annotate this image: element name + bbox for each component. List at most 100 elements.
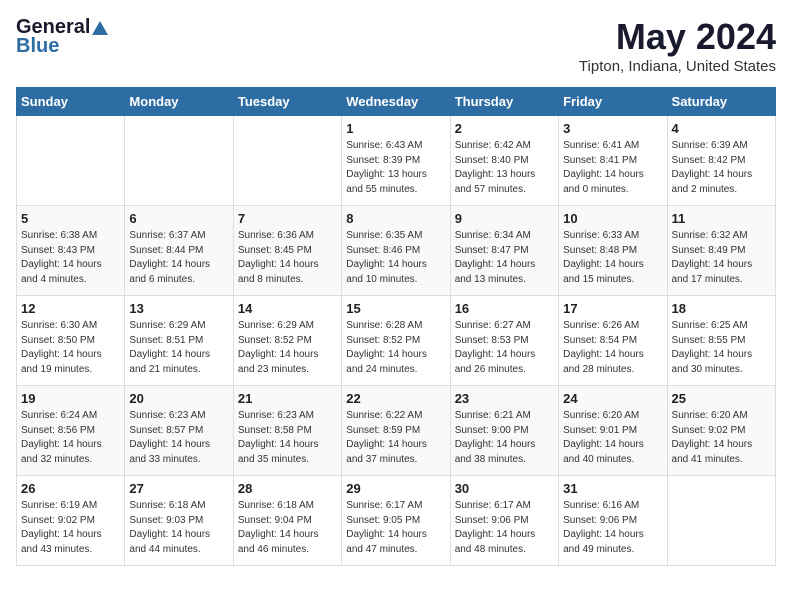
page-header: General Blue May 2024 Tipton, Indiana, U… bbox=[16, 16, 776, 75]
day-info: Sunrise: 6:30 AM Sunset: 8:50 PM Dayligh… bbox=[21, 319, 120, 377]
day-number: 1 bbox=[346, 121, 445, 136]
calendar-row: 5 Sunrise: 6:38 AM Sunset: 8:43 PM Daylig… bbox=[17, 206, 776, 296]
day-number: 18 bbox=[672, 301, 771, 316]
calendar-cell: 30 Sunrise: 6:17 AM Sunset: 9:06 PM Dayli… bbox=[450, 476, 558, 566]
day-number: 19 bbox=[21, 391, 120, 406]
calendar-row: 1 Sunrise: 6:43 AM Sunset: 8:39 PM Daylig… bbox=[17, 116, 776, 206]
day-info: Sunrise: 6:38 AM Sunset: 8:43 PM Dayligh… bbox=[21, 229, 120, 287]
day-number: 20 bbox=[129, 391, 228, 406]
day-info: Sunrise: 6:17 AM Sunset: 9:05 PM Dayligh… bbox=[346, 499, 445, 557]
day-number: 5 bbox=[21, 211, 120, 226]
day-info: Sunrise: 6:23 AM Sunset: 8:57 PM Dayligh… bbox=[129, 409, 228, 467]
location: Tipton, Indiana, United States bbox=[579, 58, 776, 75]
day-info: Sunrise: 6:29 AM Sunset: 8:51 PM Dayligh… bbox=[129, 319, 228, 377]
logo-blue-text: Blue bbox=[16, 35, 59, 58]
weekday-header: Tuesday bbox=[233, 88, 341, 116]
day-info: Sunrise: 6:32 AM Sunset: 8:49 PM Dayligh… bbox=[672, 229, 771, 287]
day-info: Sunrise: 6:41 AM Sunset: 8:41 PM Dayligh… bbox=[563, 139, 662, 197]
day-info: Sunrise: 6:28 AM Sunset: 8:52 PM Dayligh… bbox=[346, 319, 445, 377]
day-number: 8 bbox=[346, 211, 445, 226]
day-number: 24 bbox=[563, 391, 662, 406]
weekday-header: Wednesday bbox=[342, 88, 450, 116]
calendar-cell: 12 Sunrise: 6:30 AM Sunset: 8:50 PM Dayli… bbox=[17, 296, 125, 386]
calendar-cell bbox=[17, 116, 125, 206]
calendar-header: SundayMondayTuesdayWednesdayThursdayFrid… bbox=[17, 88, 776, 116]
day-info: Sunrise: 6:18 AM Sunset: 9:04 PM Dayligh… bbox=[238, 499, 337, 557]
day-number: 28 bbox=[238, 481, 337, 496]
weekday-header: Thursday bbox=[450, 88, 558, 116]
calendar-cell: 3 Sunrise: 6:41 AM Sunset: 8:41 PM Daylig… bbox=[559, 116, 667, 206]
day-number: 30 bbox=[455, 481, 554, 496]
calendar-cell: 13 Sunrise: 6:29 AM Sunset: 8:51 PM Dayli… bbox=[125, 296, 233, 386]
calendar-cell: 25 Sunrise: 6:20 AM Sunset: 9:02 PM Dayli… bbox=[667, 386, 775, 476]
calendar-cell: 10 Sunrise: 6:33 AM Sunset: 8:48 PM Dayli… bbox=[559, 206, 667, 296]
day-info: Sunrise: 6:17 AM Sunset: 9:06 PM Dayligh… bbox=[455, 499, 554, 557]
day-info: Sunrise: 6:34 AM Sunset: 8:47 PM Dayligh… bbox=[455, 229, 554, 287]
day-info: Sunrise: 6:35 AM Sunset: 8:46 PM Dayligh… bbox=[346, 229, 445, 287]
day-info: Sunrise: 6:22 AM Sunset: 8:59 PM Dayligh… bbox=[346, 409, 445, 467]
weekday-header: Monday bbox=[125, 88, 233, 116]
calendar-cell: 7Sunrise: 6:36 AM Sunset: 8:45 PM Daylig… bbox=[233, 206, 341, 296]
day-number: 14 bbox=[238, 301, 337, 316]
calendar-table: SundayMondayTuesdayWednesdayThursdayFrid… bbox=[16, 87, 776, 566]
calendar-cell: 11 Sunrise: 6:32 AM Sunset: 8:49 PM Dayli… bbox=[667, 206, 775, 296]
weekday-header: Friday bbox=[559, 88, 667, 116]
day-number: 15 bbox=[346, 301, 445, 316]
calendar-cell: 24Sunrise: 6:20 AM Sunset: 9:01 PM Dayli… bbox=[559, 386, 667, 476]
calendar-cell: 1 Sunrise: 6:43 AM Sunset: 8:39 PM Daylig… bbox=[342, 116, 450, 206]
logo: General Blue bbox=[16, 16, 108, 58]
calendar-row: 12 Sunrise: 6:30 AM Sunset: 8:50 PM Dayli… bbox=[17, 296, 776, 386]
title-section: May 2024 Tipton, Indiana, United States bbox=[579, 16, 776, 75]
calendar-cell: 5 Sunrise: 6:38 AM Sunset: 8:43 PM Daylig… bbox=[17, 206, 125, 296]
day-number: 31 bbox=[563, 481, 662, 496]
calendar-body: 1 Sunrise: 6:43 AM Sunset: 8:39 PM Daylig… bbox=[17, 116, 776, 566]
day-number: 11 bbox=[672, 211, 771, 226]
calendar-cell bbox=[667, 476, 775, 566]
day-info: Sunrise: 6:39 AM Sunset: 8:42 PM Dayligh… bbox=[672, 139, 771, 197]
calendar-cell: 16Sunrise: 6:27 AM Sunset: 8:53 PM Dayli… bbox=[450, 296, 558, 386]
day-number: 13 bbox=[129, 301, 228, 316]
day-info: Sunrise: 6:29 AM Sunset: 8:52 PM Dayligh… bbox=[238, 319, 337, 377]
day-info: Sunrise: 6:42 AM Sunset: 8:40 PM Dayligh… bbox=[455, 139, 554, 197]
day-number: 12 bbox=[21, 301, 120, 316]
calendar-cell: 31 Sunrise: 6:16 AM Sunset: 9:06 PM Dayli… bbox=[559, 476, 667, 566]
day-info: Sunrise: 6:27 AM Sunset: 8:53 PM Dayligh… bbox=[455, 319, 554, 377]
calendar-cell: 6 Sunrise: 6:37 AM Sunset: 8:44 PM Daylig… bbox=[125, 206, 233, 296]
day-info: Sunrise: 6:20 AM Sunset: 9:02 PM Dayligh… bbox=[672, 409, 771, 467]
calendar-cell: 21Sunrise: 6:23 AM Sunset: 8:58 PM Dayli… bbox=[233, 386, 341, 476]
calendar-cell: 14 Sunrise: 6:29 AM Sunset: 8:52 PM Dayli… bbox=[233, 296, 341, 386]
day-info: Sunrise: 6:16 AM Sunset: 9:06 PM Dayligh… bbox=[563, 499, 662, 557]
day-number: 10 bbox=[563, 211, 662, 226]
calendar-cell: 22Sunrise: 6:22 AM Sunset: 8:59 PM Dayli… bbox=[342, 386, 450, 476]
calendar-cell: 27Sunrise: 6:18 AM Sunset: 9:03 PM Dayli… bbox=[125, 476, 233, 566]
day-number: 25 bbox=[672, 391, 771, 406]
calendar-cell: 20 Sunrise: 6:23 AM Sunset: 8:57 PM Dayli… bbox=[125, 386, 233, 476]
day-info: Sunrise: 6:23 AM Sunset: 8:58 PM Dayligh… bbox=[238, 409, 337, 467]
calendar-cell: 9 Sunrise: 6:34 AM Sunset: 8:47 PM Daylig… bbox=[450, 206, 558, 296]
calendar-cell: 19 Sunrise: 6:24 AM Sunset: 8:56 PM Dayli… bbox=[17, 386, 125, 476]
day-number: 2 bbox=[455, 121, 554, 136]
day-info: Sunrise: 6:25 AM Sunset: 8:55 PM Dayligh… bbox=[672, 319, 771, 377]
calendar-cell: 2 Sunrise: 6:42 AM Sunset: 8:40 PM Daylig… bbox=[450, 116, 558, 206]
calendar-cell: 23Sunrise: 6:21 AM Sunset: 9:00 PM Dayli… bbox=[450, 386, 558, 476]
day-number: 3 bbox=[563, 121, 662, 136]
day-info: Sunrise: 6:24 AM Sunset: 8:56 PM Dayligh… bbox=[21, 409, 120, 467]
day-number: 6 bbox=[129, 211, 228, 226]
day-info: Sunrise: 6:36 AM Sunset: 8:45 PM Dayligh… bbox=[238, 229, 337, 287]
weekday-header: Sunday bbox=[17, 88, 125, 116]
calendar-cell: 8 Sunrise: 6:35 AM Sunset: 8:46 PM Daylig… bbox=[342, 206, 450, 296]
calendar-cell: 28 Sunrise: 6:18 AM Sunset: 9:04 PM Dayli… bbox=[233, 476, 341, 566]
day-info: Sunrise: 6:43 AM Sunset: 8:39 PM Dayligh… bbox=[346, 139, 445, 197]
day-info: Sunrise: 6:18 AM Sunset: 9:03 PM Dayligh… bbox=[129, 499, 228, 557]
calendar-cell: 17Sunrise: 6:26 AM Sunset: 8:54 PM Dayli… bbox=[559, 296, 667, 386]
calendar-cell bbox=[233, 116, 341, 206]
logo-triangle-icon bbox=[92, 21, 108, 35]
calendar-cell: 26Sunrise: 6:19 AM Sunset: 9:02 PM Dayli… bbox=[17, 476, 125, 566]
day-number: 9 bbox=[455, 211, 554, 226]
calendar-cell: 29Sunrise: 6:17 AM Sunset: 9:05 PM Dayli… bbox=[342, 476, 450, 566]
weekday-header: Saturday bbox=[667, 88, 775, 116]
day-number: 4 bbox=[672, 121, 771, 136]
day-info: Sunrise: 6:37 AM Sunset: 8:44 PM Dayligh… bbox=[129, 229, 228, 287]
day-info: Sunrise: 6:33 AM Sunset: 8:48 PM Dayligh… bbox=[563, 229, 662, 287]
day-number: 23 bbox=[455, 391, 554, 406]
